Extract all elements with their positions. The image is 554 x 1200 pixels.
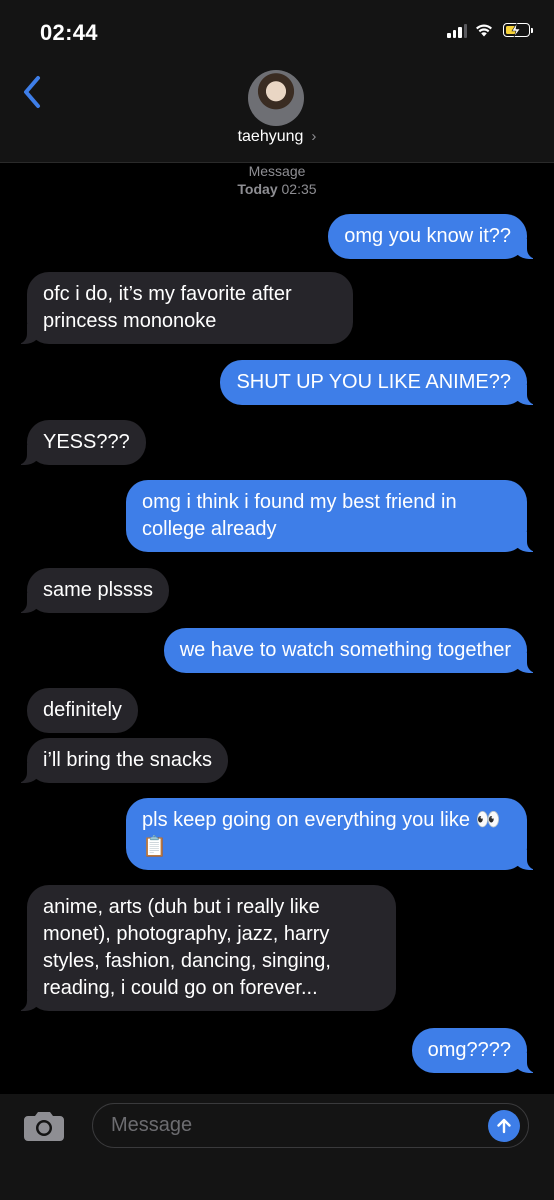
battery-charging-icon xyxy=(503,23,533,37)
conversation-header: 02:44 taehyung › xyxy=(0,0,554,163)
message-bubble-incoming[interactable]: ofc i do, it’s my favorite after princes… xyxy=(17,272,353,344)
message-bubble-outgoing[interactable]: pls keep going on everything you like 👀📋 xyxy=(126,798,537,870)
message-bubble-outgoing[interactable]: omg you know it?? xyxy=(328,214,537,259)
camera-icon[interactable] xyxy=(22,1110,66,1142)
message-bubble-incoming[interactable]: anime, arts (duh but i really like monet… xyxy=(17,885,396,1011)
contact-avatar[interactable] xyxy=(248,70,304,126)
send-button[interactable] xyxy=(488,1110,520,1142)
message-bubble-incoming[interactable]: same plssss xyxy=(16,568,170,613)
timestamp-day: Today xyxy=(237,181,278,197)
signal-icon xyxy=(447,22,467,38)
back-chevron-icon[interactable] xyxy=(18,72,48,112)
message-bubble-incoming[interactable]: YESS??? xyxy=(17,420,146,465)
contact-name: taehyung xyxy=(237,128,304,145)
arrow-up-icon xyxy=(497,1118,511,1134)
message-bubble-incoming[interactable]: i’ll bring the snacks xyxy=(17,738,228,783)
timestamp-time: 02:35 xyxy=(281,181,317,197)
message-bubble-outgoing[interactable]: SHUT UP YOU LIKE ANIME?? xyxy=(220,360,537,405)
message-bubble-outgoing[interactable]: we have to watch something together xyxy=(163,628,538,673)
chevron-right-icon: › xyxy=(311,128,317,145)
status-time: 02:44 xyxy=(40,20,98,45)
message-bubble-outgoing[interactable]: omg i think i found my best friend in co… xyxy=(126,480,537,552)
timestamp: Today 02:35 xyxy=(0,181,554,197)
message-bubble-incoming[interactable]: definitely xyxy=(27,688,138,733)
message-bubble-outgoing[interactable]: omg???? xyxy=(411,1028,538,1073)
status-icons xyxy=(447,22,533,38)
message-composer xyxy=(0,1094,554,1200)
message-input[interactable] xyxy=(92,1103,529,1148)
service-label: Message xyxy=(248,163,306,179)
contact-name-button[interactable]: taehyung › xyxy=(0,128,554,146)
wifi-icon xyxy=(476,24,492,37)
